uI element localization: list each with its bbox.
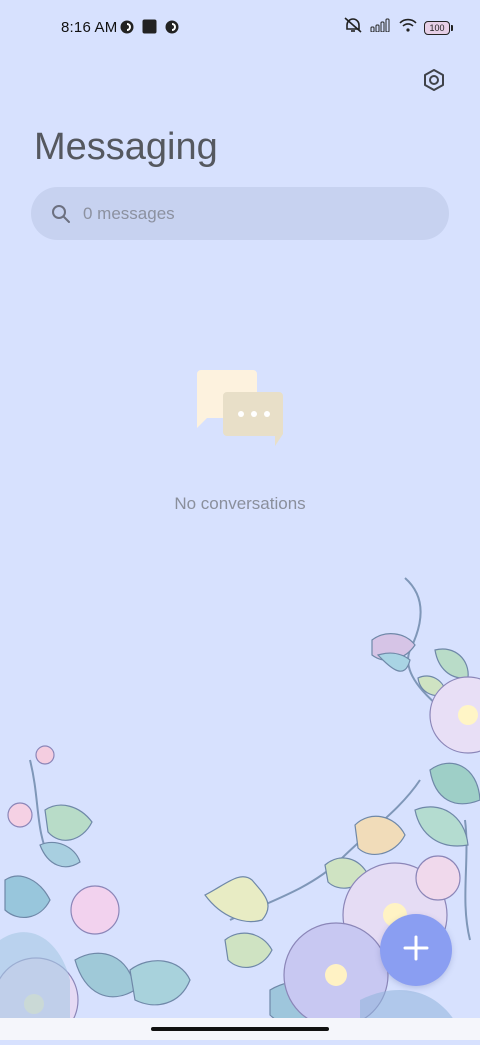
app-notification-icon xyxy=(120,20,134,39)
square-notification-icon xyxy=(142,19,157,39)
navigation-bar xyxy=(0,1018,480,1040)
status-left-icons xyxy=(120,19,179,39)
page-title: Messaging xyxy=(34,126,218,168)
settings-button[interactable] xyxy=(418,66,450,98)
search-bar[interactable]: 0 messages xyxy=(31,187,449,240)
status-right-icons: 100 xyxy=(343,17,453,38)
status-time: 8:16 AM xyxy=(61,19,118,36)
new-conversation-button[interactable] xyxy=(380,914,452,986)
settings-hexagon-icon xyxy=(422,68,446,97)
empty-state-message: No conversations xyxy=(174,494,306,513)
plus-icon xyxy=(402,934,430,967)
wifi-icon xyxy=(399,18,417,37)
search-icon xyxy=(51,204,71,224)
app-notification-icon xyxy=(165,20,179,39)
gesture-handle[interactable] xyxy=(151,1027,329,1031)
signal-icon xyxy=(370,18,392,37)
battery-indicator: 100 xyxy=(424,20,453,35)
silent-mode-icon xyxy=(343,17,363,38)
chat-bubbles-icon xyxy=(193,366,287,450)
status-bar: 8:16 AM 100 xyxy=(0,0,480,56)
search-placeholder: 0 messages xyxy=(83,203,175,223)
